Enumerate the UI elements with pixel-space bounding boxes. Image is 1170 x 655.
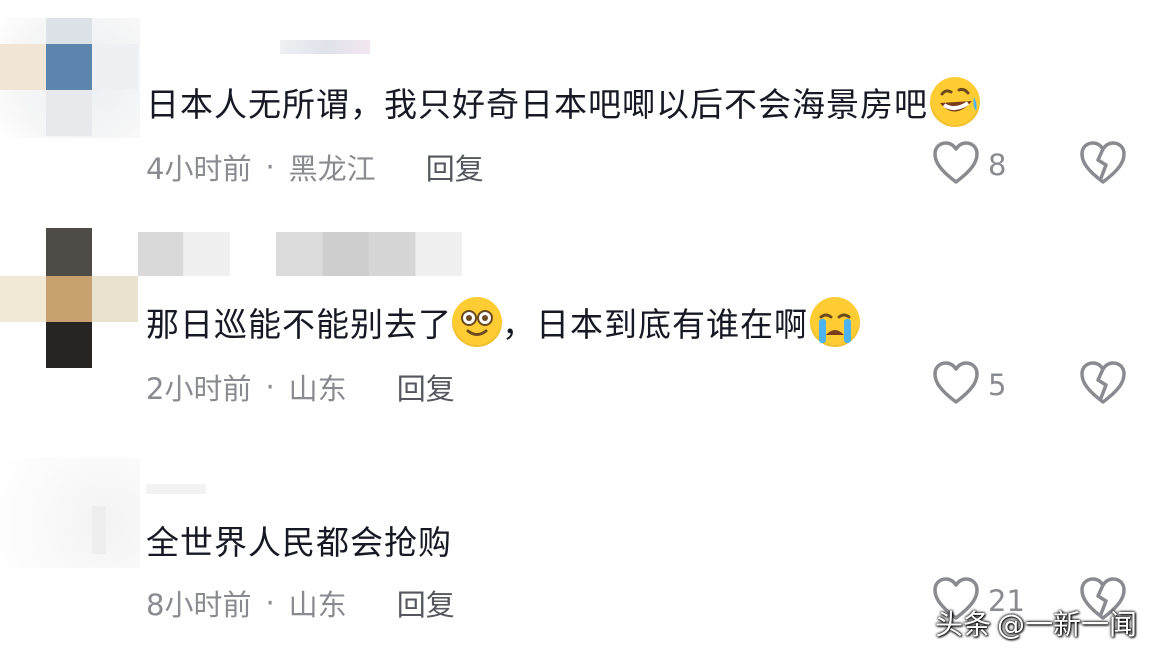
- avatar[interactable]: [0, 228, 140, 370]
- broken-heart-icon: [1079, 361, 1127, 410]
- comment-text-part2: ，日本到底有谁在啊: [502, 305, 808, 344]
- reply-button[interactable]: 回复: [397, 366, 455, 408]
- like-count: 5: [988, 368, 1007, 402]
- watermark-platform: 头条: [935, 608, 992, 641]
- separator-dot: ·: [265, 150, 275, 184]
- like-count: 8: [988, 148, 1007, 182]
- comment-text-content: 全世界人民都会抢购: [146, 523, 452, 562]
- dislike-button[interactable]: [1079, 360, 1127, 410]
- dislike-button[interactable]: [1079, 140, 1127, 190]
- location: 山东: [288, 372, 347, 406]
- user-badge: [276, 232, 462, 276]
- comment-text-content: 日本人无所谓，我只好奇日本吧唧以后不会海景房吧: [146, 85, 928, 124]
- reply-button[interactable]: 回复: [426, 146, 484, 188]
- comment-text: 全世界人民都会抢购: [146, 512, 452, 568]
- heart-icon: [932, 140, 980, 190]
- heart-icon: [932, 360, 980, 410]
- comment-text-part1: 那日巡能不能别去了: [146, 305, 452, 344]
- location: 山东: [288, 588, 347, 622]
- broken-heart-icon: [1079, 141, 1127, 190]
- watermark: 头条 @一新一闻: [935, 603, 1137, 643]
- avatar[interactable]: [0, 458, 140, 568]
- rolling-laughing-emoji-icon: [930, 77, 980, 127]
- comment-meta: 8小时前 · 山东 回复: [146, 582, 455, 624]
- username[interactable]: [138, 232, 230, 276]
- timestamp: 8小时前: [146, 588, 252, 622]
- comment-meta: 4小时前 · 黑龙江 回复: [146, 146, 484, 188]
- username[interactable]: [280, 40, 370, 54]
- like-button[interactable]: 8: [932, 140, 1006, 190]
- avatar[interactable]: [0, 18, 140, 138]
- crying-emoji-icon: [810, 297, 860, 347]
- separator-dot: ·: [265, 370, 275, 404]
- flushed-smile-emoji-icon: [452, 297, 502, 347]
- like-button[interactable]: 5: [932, 360, 1006, 410]
- location: 黑龙江: [288, 152, 376, 186]
- comment-text: 那日巡能不能别去了 ，日本到底有谁在啊: [146, 294, 860, 350]
- timestamp: 4小时前: [146, 152, 252, 186]
- comment-text: 日本人无所谓，我只好奇日本吧唧以后不会海景房吧: [146, 74, 980, 130]
- comment-meta: 2小时前 · 山东 回复: [146, 366, 455, 408]
- username[interactable]: [146, 484, 206, 494]
- timestamp: 2小时前: [146, 372, 252, 406]
- separator-dot: ·: [265, 586, 275, 620]
- reply-button[interactable]: 回复: [397, 582, 455, 624]
- watermark-handle: @一新一闻: [997, 608, 1138, 641]
